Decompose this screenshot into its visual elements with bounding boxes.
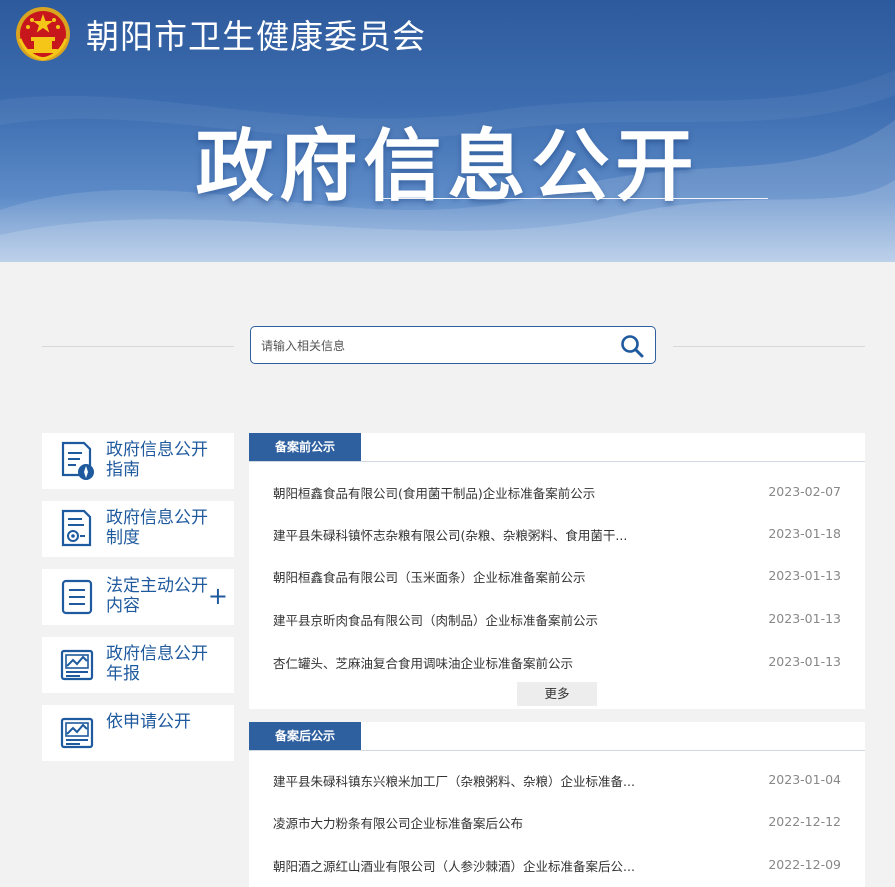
panel-header: 备案后公示 [249,722,865,751]
sidebar-item-label: 依申请公开 [106,712,191,732]
header-banner: 朝阳市卫生健康委员会 政府信息公开 [0,0,895,262]
search-right-divider [673,346,865,347]
list-item[interactable]: 朝阳桓鑫食品有限公司(食用菌干制品)企业标准备案前公示 2023-02-07 [249,482,865,506]
sidebar-item-label: 法定主动公开内容 [106,576,208,616]
certificate-document-icon [61,509,92,547]
list-item[interactable]: 朝阳酒之源红山酒业有限公司（人参沙棘酒）企业标准备案后公... 2022-12-… [249,855,865,879]
list-item-date: 2022-12-12 [768,814,841,829]
sidebar-item-annual-report[interactable]: 政府信息公开年报 [42,637,234,693]
list-item-title[interactable]: 朝阳桓鑫食品有限公司(食用菌干制品)企业标准备案前公示 [273,482,595,506]
list-item-title[interactable]: 杏仁罐头、芝麻油复合食用调味油企业标准备案前公示 [273,652,573,676]
sidebar-item-label: 政府信息公开制度 [106,508,208,548]
sidebar-item-label: 政府信息公开年报 [106,644,208,684]
list-item-date: 2022-12-09 [768,857,841,872]
sidebar-item-disclosure-rules[interactable]: 政府信息公开制度 [42,501,234,557]
tab-pre-filing[interactable]: 备案前公示 [249,433,361,461]
post-filing-panel: 备案后公示 建平县朱碌科镇东兴粮米加工厂（杂粮粥料、杂粮）企业标准备... 20… [249,722,865,887]
document-compass-icon [61,441,94,480]
list-item[interactable]: 建平县朱碌科镇东兴粮米加工厂（杂粮粥料、杂粮）企业标准备... 2023-01-… [249,770,865,794]
report-chart-icon [60,717,94,749]
list-item-title[interactable]: 建平县朱碌科镇东兴粮米加工厂（杂粮粥料、杂粮）企业标准备... [273,770,635,794]
list-item-title[interactable]: 建平县京昕肉食品有限公司（肉制品）企业标准备案前公示 [273,609,598,633]
national-emblem-icon [16,7,70,61]
list-item-date: 2023-02-07 [768,484,841,499]
more-button[interactable]: 更多 [517,682,597,706]
tab-post-filing[interactable]: 备案后公示 [249,722,361,750]
sidebar-item-request-disclosure[interactable]: 依申请公开 [42,705,234,761]
list-document-icon [61,579,93,615]
search-left-divider [42,346,234,347]
list-item[interactable]: 建平县京昕肉食品有限公司（肉制品）企业标准备案前公示 2023-01-13 [249,609,865,633]
list-item-date: 2023-01-13 [768,611,841,626]
search-box [250,326,656,364]
site-title: 朝阳市卫生健康委员会 [86,17,426,56]
list-item-date: 2023-01-18 [768,526,841,541]
list-item-date: 2023-01-13 [768,568,841,583]
search-input[interactable] [259,335,603,357]
report-chart-icon [60,649,94,681]
list-item-title[interactable]: 朝阳桓鑫食品有限公司（玉米面条）企业标准备案前公示 [273,566,586,590]
hero-underline [378,198,768,199]
list-item[interactable]: 建平县朱碌科镇怀志杂粮有限公司(杂粮、杂粮粥料、食用菌干... 2023-01-… [249,524,865,548]
sidebar-item-label: 政府信息公开指南 [106,440,208,480]
sidebar-item-disclosure-guide[interactable]: 政府信息公开指南 [42,433,234,489]
pre-filing-panel: 备案前公示 朝阳桓鑫食品有限公司(食用菌干制品)企业标准备案前公示 2023-0… [249,433,865,709]
list-item[interactable]: 杏仁罐头、芝麻油复合食用调味油企业标准备案前公示 2023-01-13 [249,652,865,676]
panel-header: 备案前公示 [249,433,865,462]
list-item-date: 2023-01-13 [768,654,841,669]
sidebar-item-statutory-content[interactable]: 法定主动公开内容 + [42,569,234,625]
list-item-title[interactable]: 建平县朱碌科镇怀志杂粮有限公司(杂粮、杂粮粥料、食用菌干... [273,524,627,548]
search-icon[interactable] [619,333,645,359]
list-item[interactable]: 凌源市大力粉条有限公司企业标准备案后公布 2022-12-12 [249,812,865,836]
list-item-date: 2023-01-04 [768,772,841,787]
expand-plus-icon[interactable]: + [208,584,228,608]
list-item-title[interactable]: 朝阳酒之源红山酒业有限公司（人参沙棘酒）企业标准备案后公... [273,855,635,879]
list-item-title[interactable]: 凌源市大力粉条有限公司企业标准备案后公布 [273,812,523,836]
hero-title: 政府信息公开 [195,121,700,212]
list-item[interactable]: 朝阳桓鑫食品有限公司（玉米面条）企业标准备案前公示 2023-01-13 [249,566,865,590]
